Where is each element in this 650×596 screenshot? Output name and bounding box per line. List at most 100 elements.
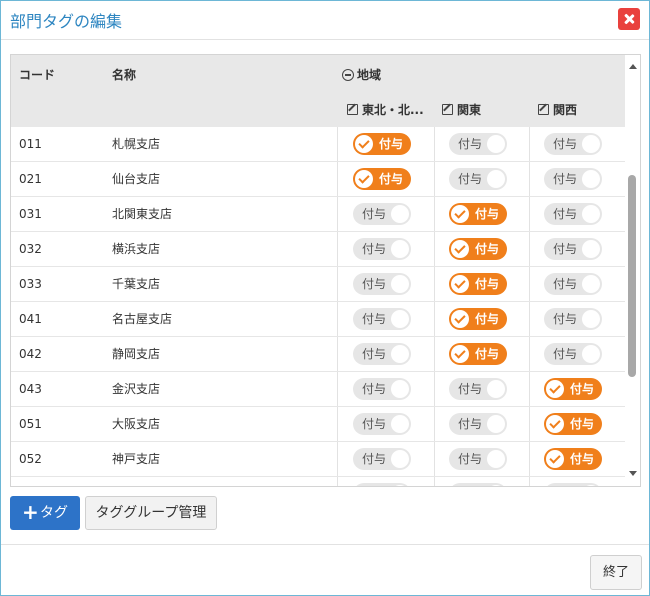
tag-toggle[interactable]: 付与 — [544, 413, 602, 435]
toggle-label: 付与 — [362, 486, 386, 487]
toggle-label: 付与 — [553, 172, 578, 186]
header-name: 名称 — [112, 68, 137, 82]
tag-toggle[interactable]: 付与 — [353, 448, 411, 470]
tag-toggle[interactable]: 付与 — [449, 308, 507, 330]
end-button[interactable]: 終了 — [590, 555, 642, 590]
tag-toggle[interactable]: 付与 — [544, 133, 602, 155]
header-col-label: 東北・北... — [362, 103, 424, 117]
edit-icon[interactable] — [442, 104, 453, 115]
toggle-knob — [487, 380, 505, 398]
toggle-label: 付与 — [458, 382, 483, 396]
scroll-down-icon[interactable] — [629, 471, 637, 476]
toggle-label: 付与 — [475, 347, 500, 361]
column-divider — [529, 372, 530, 406]
column-divider — [337, 127, 338, 161]
column-divider — [434, 267, 435, 301]
edit-icon[interactable] — [538, 104, 549, 115]
department-tag-table: コード 名称 地域 東北・北... 関東 関西 011 札幌支店 付与 付与 付与 021… — [10, 54, 641, 487]
column-divider — [434, 372, 435, 406]
tag-toggle[interactable]: 付与 — [353, 413, 411, 435]
tag-toggle[interactable]: 付与 — [544, 378, 602, 400]
toggle-label: 付与 — [362, 382, 387, 396]
toggle-label: 付与 — [570, 417, 595, 431]
column-divider — [529, 197, 530, 231]
toggle-label: 付与 — [553, 207, 578, 221]
tag-toggle[interactable]: 付与 — [449, 238, 507, 260]
toggle-knob — [391, 380, 409, 398]
tag-toggle[interactable]: 付与 — [449, 203, 507, 225]
tag-toggle[interactable]: 付与 — [353, 133, 411, 155]
header-group-region[interactable]: 地域 — [342, 66, 381, 83]
toggle-label: 付与 — [362, 417, 387, 431]
column-divider — [529, 162, 530, 196]
header-col-tohoku[interactable]: 東北・北... — [347, 101, 424, 118]
tag-toggle[interactable]: 付与 — [353, 308, 411, 330]
row-code: 011 — [19, 137, 42, 151]
tag-toggle[interactable]: 付与 — [353, 238, 411, 260]
table-row: 051 大阪支店 付与 付与 付与 — [11, 407, 625, 442]
tag-toggle[interactable]: 付与 — [449, 448, 507, 470]
tag-toggle[interactable]: 付与 — [353, 343, 411, 365]
column-divider — [337, 477, 338, 486]
column-divider — [434, 127, 435, 161]
check-icon — [546, 380, 564, 398]
edit-icon[interactable] — [347, 104, 358, 115]
tag-toggle[interactable]: 付与 — [544, 343, 602, 365]
header-col-kansai[interactable]: 関西 — [538, 101, 577, 118]
tag-toggle[interactable]: 付与 — [449, 133, 507, 155]
toggle-label: 付与 — [553, 277, 578, 291]
toggle-label: 付与 — [553, 347, 578, 361]
tag-toggle[interactable]: 付与 — [544, 238, 602, 260]
tag-toggle[interactable]: 付与 — [353, 203, 411, 225]
toggle-knob — [391, 205, 409, 223]
row-name: 横浜支店 — [112, 242, 161, 256]
row-name: 千葉支店 — [112, 277, 161, 291]
scroll-thumb[interactable] — [628, 175, 636, 377]
tag-toggle[interactable]: 付与 — [353, 168, 411, 190]
tag-toggle[interactable]: 付与 — [544, 168, 602, 190]
row-name: 名古屋支店 — [112, 312, 173, 326]
column-divider — [529, 337, 530, 371]
toggle-knob — [487, 170, 505, 188]
tag-toggle[interactable]: 付与 — [544, 273, 602, 295]
table-header: コード 名称 地域 東北・北... 関東 関西 — [11, 55, 625, 127]
tag-toggle[interactable]: 付与 — [449, 378, 507, 400]
tag-toggle[interactable]: 付与 — [449, 483, 507, 486]
toggle-label: 付与 — [362, 312, 387, 326]
add-tag-button[interactable]: + タグ — [10, 496, 80, 530]
tag-toggle[interactable]: 付与 — [353, 483, 411, 487]
header-col-kanto[interactable]: 関東 — [442, 101, 481, 118]
tag-toggle[interactable]: 付与 — [544, 483, 602, 486]
column-divider — [337, 442, 338, 476]
tag-toggle[interactable]: 付与 — [449, 273, 507, 295]
scroll-up-icon[interactable] — [629, 64, 637, 69]
tag-edit-dialog: 部門タグの編集 コード 名称 地域 東北・北... 関東 関西 011 札幌支店付… — [0, 0, 650, 596]
table-scrollbar[interactable] — [625, 55, 640, 486]
tag-group-manage-button[interactable]: タググループ管理 — [85, 496, 217, 530]
column-divider — [434, 232, 435, 266]
dialog-titlebar: 部門タグの編集 — [1, 1, 649, 40]
toggle-label: 付与 — [362, 452, 387, 466]
toggle-knob — [582, 275, 600, 293]
tag-toggle[interactable]: 付与 — [449, 168, 507, 190]
table-row: 042 静岡支店 付与 付与 付与 — [11, 337, 625, 372]
row-name: 広島支店 — [112, 477, 160, 486]
toggle-knob — [582, 345, 600, 363]
toggle-label: 付与 — [362, 347, 387, 361]
column-divider — [337, 372, 338, 406]
tag-toggle[interactable]: 付与 — [544, 203, 602, 225]
collapse-icon[interactable] — [342, 69, 354, 81]
header-col-label: 関東 — [457, 103, 482, 117]
row-name: 金沢支店 — [112, 382, 161, 396]
toggle-knob — [487, 450, 505, 468]
row-code: 031 — [19, 207, 42, 221]
tag-toggle[interactable]: 付与 — [449, 343, 507, 365]
tag-toggle[interactable]: 付与 — [544, 308, 602, 330]
tag-toggle[interactable]: 付与 — [449, 413, 507, 435]
tag-toggle[interactable]: 付与 — [353, 273, 411, 295]
header-code: コード — [19, 68, 56, 82]
toggle-knob — [487, 135, 505, 153]
tag-toggle[interactable]: 付与 — [544, 448, 602, 470]
close-icon[interactable] — [618, 8, 640, 30]
tag-toggle[interactable]: 付与 — [353, 378, 411, 400]
